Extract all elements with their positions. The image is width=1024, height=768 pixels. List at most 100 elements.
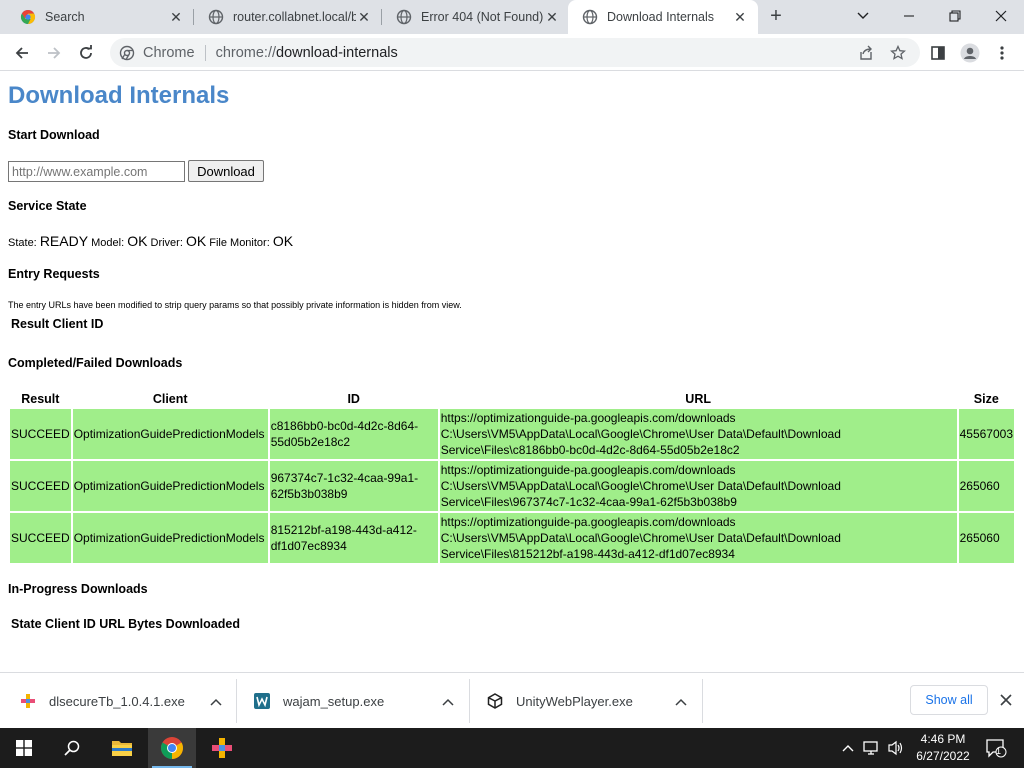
result-cell: SUCCEED — [10, 513, 71, 563]
model-value: OK — [127, 233, 148, 249]
tab-download-internals[interactable]: Download Internals ✕ — [568, 0, 758, 34]
size-cell: 265060 — [958, 461, 1014, 511]
reload-button[interactable] — [72, 39, 100, 67]
share-icon[interactable] — [852, 39, 880, 67]
url-cell: https://optimizationguide-pa.googleapis.… — [439, 513, 957, 563]
colorful-plus-icon — [18, 691, 38, 711]
page-content: Download Internals Start Download Downlo… — [0, 72, 1024, 672]
url-host: download-internals — [276, 44, 398, 61]
download-item-dlsecuretb[interactable]: dlsecureTb_1.0.4.1.exe — [18, 679, 224, 723]
chrome-icon — [119, 45, 135, 61]
browser-toolbar: Chrome chrome://download-internals — [0, 34, 1024, 71]
table-row: SUCCEED OptimizationGuidePredictionModel… — [10, 513, 1014, 563]
driver-label: Driver: — [150, 237, 183, 249]
in-progress-columns: State Client ID URL Bytes Downloaded — [11, 617, 240, 631]
close-tab-icon[interactable]: ✕ — [356, 9, 372, 25]
tab-title: Search — [45, 10, 85, 24]
table-row: SUCCEED OptimizationGuidePredictionModel… — [10, 461, 1014, 511]
clock-date: 6/27/2022 — [916, 749, 970, 763]
driver-value: OK — [185, 233, 207, 249]
chrome-taskbar-icon[interactable] — [148, 728, 196, 768]
column-header-id: ID — [347, 392, 360, 406]
shelf-separator — [236, 679, 237, 723]
shelf-separator — [702, 679, 703, 723]
taskbar-clock[interactable]: 4:46 PM 6/27/2022 — [912, 731, 974, 765]
id-cell: 967374c7-1c32-4caa-99a1-62f5b3b038b9 — [269, 461, 438, 511]
globe-icon — [396, 9, 412, 25]
new-tab-button[interactable]: + — [764, 5, 788, 29]
client-cell: OptimizationGuidePredictionModels — [72, 409, 268, 459]
unity-icon — [485, 691, 505, 711]
download-shelf: dlsecureTb_1.0.4.1.exe wajam_setup.exe U… — [0, 672, 1024, 728]
download-filename: wajam_setup.exe — [283, 693, 385, 709]
tray-chevron-up-icon[interactable] — [838, 738, 858, 758]
side-panel-icon[interactable] — [924, 39, 952, 67]
restore-button[interactable] — [932, 0, 978, 32]
download-item-wajam[interactable]: wajam_setup.exe — [252, 679, 456, 723]
globe-icon — [208, 9, 224, 25]
service-state-line: State: READY Model: OK Driver: OK File M… — [8, 233, 293, 249]
wajam-icon — [252, 691, 272, 711]
completed-downloads-heading: Completed/Failed Downloads — [8, 356, 183, 370]
tab-search[interactable]: Search ✕ — [6, 0, 194, 34]
search-icon[interactable] — [48, 728, 96, 768]
download-button[interactable]: Download — [188, 160, 264, 182]
notification-center-icon[interactable]: 1 — [984, 738, 1008, 758]
clock-time: 4:46 PM — [920, 732, 966, 746]
state-value: READY — [39, 233, 89, 249]
entry-requests-note: The entry URLs have been modified to str… — [8, 300, 462, 310]
close-window-button[interactable] — [978, 0, 1024, 32]
id-cell: 815212bf-a198-443d-a412-df1d07ec8934 — [269, 513, 438, 563]
tab-search-dropdown-icon[interactable] — [840, 0, 886, 32]
close-shelf-icon[interactable] — [996, 690, 1016, 710]
download-item-unitywebplayer[interactable]: UnityWebPlayer.exe — [485, 679, 689, 723]
start-download-heading: Start Download — [8, 128, 100, 142]
back-button[interactable] — [8, 39, 36, 67]
minimize-button[interactable] — [886, 0, 932, 32]
chevron-up-icon[interactable] — [440, 694, 456, 709]
tab-error-404[interactable]: Error 404 (Not Found)!! ✕ — [382, 0, 570, 34]
url-cell: https://optimizationguide-pa.googleapis.… — [439, 461, 957, 511]
file-explorer-icon[interactable] — [98, 728, 146, 768]
omnibox-divider — [204, 44, 206, 61]
bookmark-star-icon[interactable] — [884, 39, 912, 67]
in-progress-downloads-heading: In-Progress Downloads — [8, 582, 148, 596]
entry-requests-columns: Result Client ID — [11, 317, 104, 331]
tab-title: Error 404 (Not Found)!! — [421, 10, 544, 24]
show-all-button[interactable]: Show all — [910, 685, 988, 715]
profile-avatar-icon[interactable] — [956, 39, 984, 67]
close-tab-icon[interactable]: ✕ — [544, 9, 560, 25]
tab-title: Download Internals — [607, 10, 715, 24]
close-tab-icon[interactable]: ✕ — [732, 9, 748, 25]
close-tab-icon[interactable]: ✕ — [168, 9, 184, 25]
size-cell: 45567003 — [958, 409, 1014, 459]
download-filename: dlsecureTb_1.0.4.1.exe — [49, 693, 185, 709]
file-monitor-label: File Monitor: — [209, 237, 270, 249]
page-title: Download Internals — [8, 82, 230, 109]
notification-count: 1 — [996, 746, 1002, 756]
download-url-input[interactable] — [8, 161, 185, 182]
chevron-up-icon[interactable] — [673, 694, 689, 709]
menu-kebab-icon[interactable] — [988, 39, 1016, 67]
column-header-result: Result — [21, 392, 60, 406]
download-filename: UnityWebPlayer.exe — [516, 693, 633, 709]
completed-downloads-table: Result Client ID URL Size SUCCEED Optimi… — [8, 389, 1016, 565]
forward-button[interactable] — [40, 39, 68, 67]
colorful-plus-taskbar-icon[interactable] — [198, 728, 246, 768]
tab-router[interactable]: router.collabnet.local/b ✕ — [194, 0, 382, 34]
volume-icon[interactable] — [886, 738, 906, 758]
address-bar[interactable]: Chrome chrome://download-internals — [110, 38, 920, 67]
column-header-url: URL — [685, 392, 711, 406]
tab-strip: Search ✕ router.collabnet.local/b ✕ Erro… — [0, 0, 1024, 34]
network-icon[interactable] — [862, 738, 882, 758]
column-header-client: Client — [152, 392, 188, 406]
start-button[interactable] — [0, 728, 48, 768]
chevron-up-icon[interactable] — [208, 694, 224, 709]
result-cell: SUCCEED — [10, 461, 71, 511]
url-cell: https://optimizationguide-pa.googleapis.… — [439, 409, 957, 459]
column-header-size: Size — [973, 392, 999, 406]
tab-title: router.collabnet.local/b — [233, 10, 356, 24]
shelf-separator — [469, 679, 470, 723]
result-cell: SUCCEED — [10, 409, 71, 459]
globe-icon — [582, 9, 598, 25]
